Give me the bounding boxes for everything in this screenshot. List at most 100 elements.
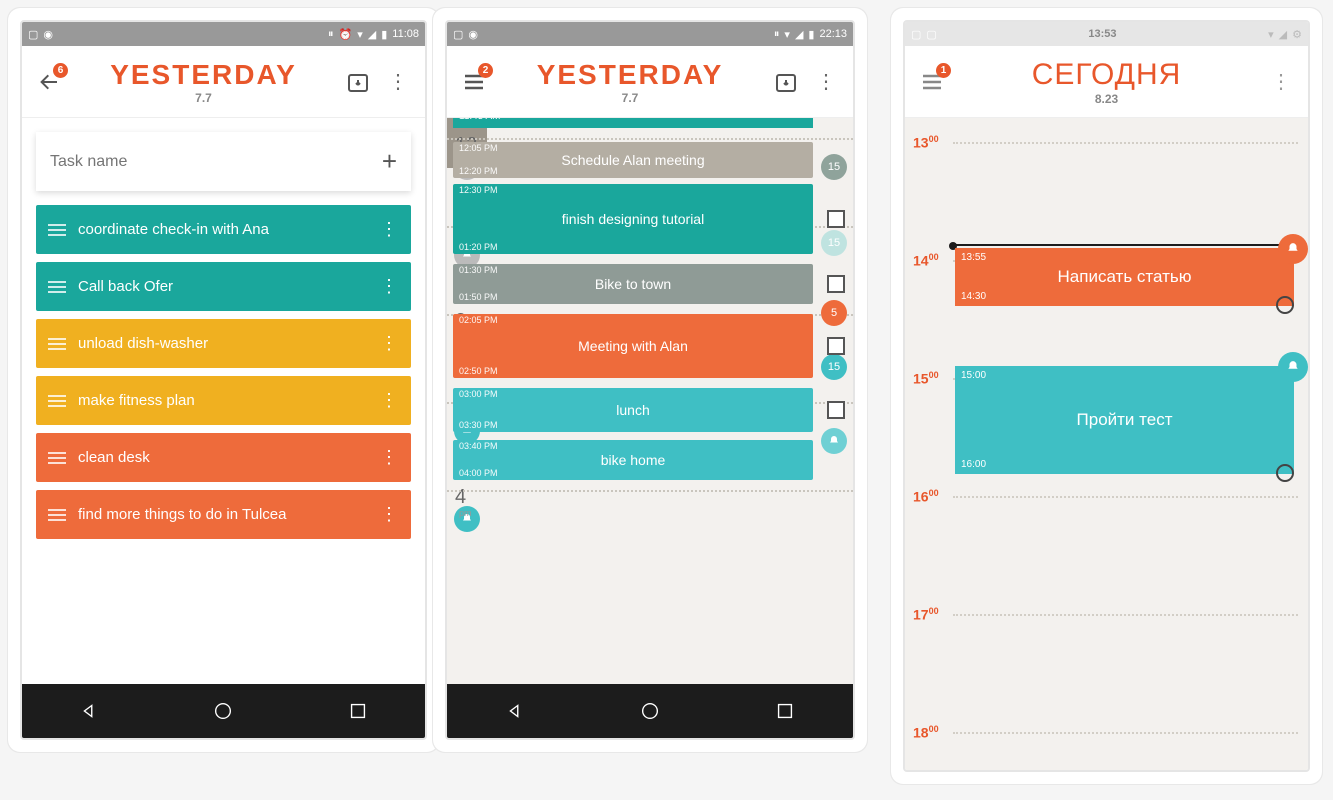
event-block[interactable]: lunch03:00 PM03:30 PM (453, 388, 813, 432)
task-item[interactable]: find more things to do in Tulcea⋮ (36, 490, 411, 539)
timeline-panel: 12pm1pm2pm3pm4pm 11:45 AM ✓ Schedule Ala… (447, 118, 853, 740)
menu-badge: 2 (478, 63, 493, 78)
status-bar: ▢◉ ⏸▾◢▮22:13 (447, 22, 853, 46)
task-label: find more things to do in Tulcea (78, 506, 380, 523)
event-block[interactable]: Meeting with Alan02:05 PM02:50 PM515 (453, 314, 813, 378)
event-start: 03:40 PM (459, 442, 498, 452)
event-title: Написать статью (1058, 267, 1192, 287)
page-title: YESTERDAY (74, 59, 333, 91)
signal-icon: ◢ (368, 28, 376, 41)
menu-badge: 1 (936, 63, 951, 78)
event-end: 14:30 (961, 291, 986, 302)
timeline-panel: 130014001500160017001800Написать статью1… (905, 118, 1308, 770)
hour-label: 1500 (913, 370, 939, 387)
drag-handle-icon[interactable] (48, 395, 66, 407)
event-checkbox[interactable] (827, 337, 845, 355)
event-end: 04:00 PM (459, 468, 498, 478)
top-event-time: 11:45 AM (459, 118, 501, 122)
task-item[interactable]: Call back Ofer⋮ (36, 262, 411, 311)
status-bar: ▢▢ 13:53 ▾◢⚙ (905, 22, 1308, 46)
page-subtitle: 8.23 (957, 92, 1256, 106)
image-icon: ▢ (28, 28, 38, 41)
bell-icon[interactable] (1278, 352, 1308, 382)
event-end: 12:20 PM (459, 166, 498, 176)
hour-label: 1300 (913, 134, 939, 151)
app-bar: 1 СЕГОДНЯ 8.23 ⋮ (905, 46, 1308, 118)
nav-home-icon[interactable] (639, 700, 661, 722)
drag-handle-icon[interactable] (48, 452, 66, 464)
nav-recent-icon[interactable] (774, 700, 796, 722)
nav-bar (22, 684, 425, 738)
task-item[interactable]: make fitness plan⋮ (36, 376, 411, 425)
task-list: coordinate check-in with Ana⋮ Call back O… (22, 205, 425, 539)
more-button[interactable]: ⋮ (383, 67, 413, 97)
event-start: 02:05 PM (459, 316, 498, 326)
event-block[interactable]: finish designing tutorial12:30 PM01:20 P… (453, 184, 813, 254)
event-block[interactable]: Написать статью 13:55 14:30 (955, 248, 1294, 306)
drag-handle-icon[interactable] (48, 224, 66, 236)
app-bar: 6 YESTERDAY 7.7 ⋮ (22, 46, 425, 118)
event-title: Пройти тест (1077, 410, 1173, 430)
event-checkbox[interactable] (827, 210, 845, 228)
event-ring[interactable] (1276, 296, 1294, 314)
menu-button[interactable]: 1 (917, 67, 947, 97)
back-button[interactable]: 6 (34, 67, 64, 97)
battery-icon: ▮ (381, 28, 387, 41)
event-start: 12:05 PM (459, 144, 498, 154)
task-item[interactable]: coordinate check-in with Ana⋮ (36, 205, 411, 254)
nav-back-icon[interactable] (78, 700, 100, 722)
events-col: 11:45 AM ✓ Schedule Alan meeting12:05 PM… (447, 118, 853, 740)
drag-handle-icon[interactable] (48, 281, 66, 293)
nav-home-icon[interactable] (212, 700, 234, 722)
task-label: clean desk (78, 449, 380, 466)
app-bar: 2 YESTERDAY 7.7 ⋮ (447, 46, 853, 118)
event-end: 01:50 PM (459, 292, 498, 302)
page-subtitle: 7.7 (499, 91, 761, 105)
calendar-button[interactable] (343, 67, 373, 97)
event-block[interactable]: bike home 03:40 PM 04:00 PM (453, 440, 813, 480)
nav-back-icon[interactable] (504, 700, 526, 722)
task-more-icon[interactable]: ⋮ (380, 504, 399, 525)
event-block[interactable]: Bike to town 01:30 PM 01:50 PM (453, 264, 813, 304)
event-title: bike home (601, 452, 666, 468)
calendar-button[interactable] (771, 67, 801, 97)
task-more-icon[interactable]: ⋮ (380, 219, 399, 240)
event-checkbox[interactable] (827, 401, 845, 419)
hour-label: 1700 (913, 606, 939, 623)
wifi-icon: ▾ (357, 28, 363, 41)
status-time: 11:08 (392, 28, 419, 40)
task-more-icon[interactable]: ⋮ (380, 333, 399, 354)
drag-handle-icon[interactable] (48, 509, 66, 521)
task-more-icon[interactable]: ⋮ (380, 447, 399, 468)
task-item[interactable]: clean desk⋮ (36, 433, 411, 482)
event-start: 01:30 PM (459, 266, 498, 276)
event-ring[interactable] (1276, 464, 1294, 482)
hour-label: 1600 (913, 488, 939, 505)
menu-button[interactable]: 2 (459, 67, 489, 97)
more-button[interactable]: ⋮ (811, 67, 841, 97)
event-end: 03:30 PM (459, 420, 498, 430)
task-item[interactable]: unload dish-washer⋮ (36, 319, 411, 368)
drag-handle-icon[interactable] (48, 338, 66, 350)
status-time: 22:13 (819, 28, 847, 40)
event-end: 16:00 (961, 459, 986, 470)
event-block[interactable]: Пройти тест 15:00 16:00 (955, 366, 1294, 474)
event-start: 13:55 (961, 252, 986, 263)
timer-chip: 15 (821, 354, 847, 380)
task-input[interactable] (50, 153, 382, 171)
task-more-icon[interactable]: ⋮ (380, 276, 399, 297)
more-button[interactable]: ⋮ (1266, 67, 1296, 97)
bell-chip (821, 428, 847, 454)
event-block[interactable]: Schedule Alan meeting12:05 PM12:20 PM15 (453, 142, 813, 178)
bulb-icon: ◉ (43, 28, 53, 41)
event-end: 01:20 PM (459, 242, 498, 252)
add-task-button[interactable]: + (382, 146, 397, 177)
nav-recent-icon[interactable] (347, 700, 369, 722)
event-start: 15:00 (961, 370, 986, 381)
event-title: Bike to town (595, 276, 671, 292)
nav-bar (447, 684, 853, 738)
task-more-icon[interactable]: ⋮ (380, 390, 399, 411)
phone-b: ▢◉ ⏸▾◢▮22:13 2 YESTERDAY 7.7 ⋮ 12pm1pm2p… (445, 20, 855, 740)
bell-icon[interactable] (1278, 234, 1308, 264)
event-checkbox[interactable] (827, 275, 845, 293)
